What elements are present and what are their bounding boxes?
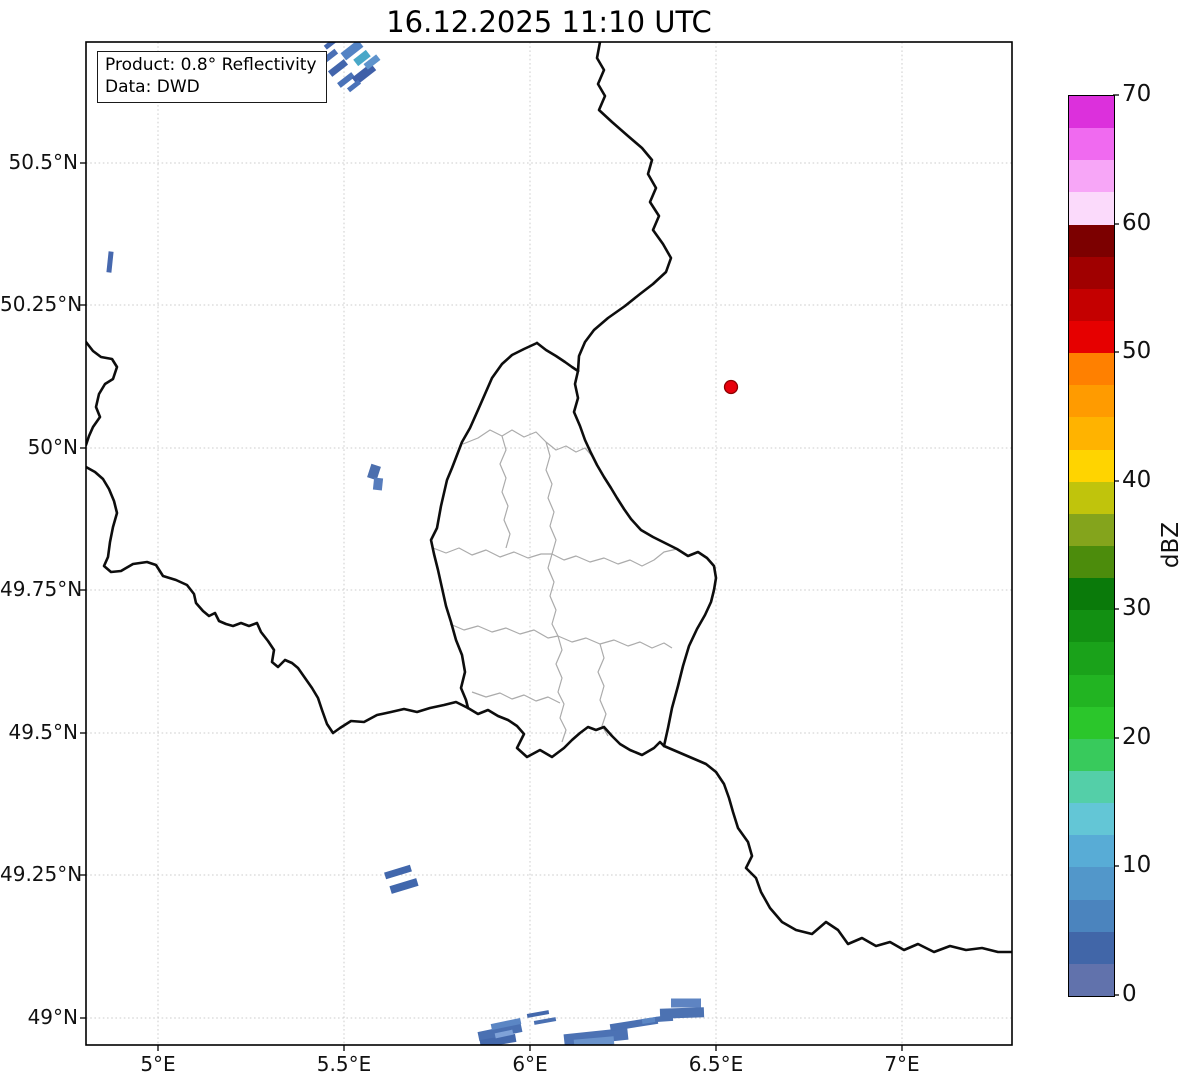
radar-echo bbox=[367, 463, 381, 481]
country-border-line bbox=[572, 369, 718, 748]
colorbar-band bbox=[1069, 224, 1114, 257]
colorbar-band bbox=[1069, 545, 1114, 579]
x-tick-label: 6°E bbox=[512, 1052, 548, 1076]
colorbar-band bbox=[1069, 449, 1114, 482]
colorbar-band bbox=[1069, 353, 1114, 386]
graticule-gridlines bbox=[86, 42, 1012, 1045]
y-tick-label: 50.25°N bbox=[0, 292, 83, 316]
y-tick-label: 50.5°N bbox=[8, 150, 79, 174]
colorbar-band bbox=[1069, 899, 1114, 932]
canton-border-line bbox=[551, 548, 678, 567]
canton-border-line bbox=[449, 623, 559, 639]
colorbar-band bbox=[1069, 513, 1114, 546]
colorbar-band bbox=[1069, 96, 1114, 129]
reflectivity-colorbar bbox=[1068, 95, 1115, 997]
canton-border-line bbox=[462, 429, 547, 445]
radar-echo bbox=[384, 864, 412, 880]
colorbar-band bbox=[1069, 192, 1114, 225]
radar-map-figure: 16.12.2025 11:10 UTC Product: 0.8° Refle… bbox=[0, 0, 1202, 1081]
radar-echo bbox=[351, 63, 377, 85]
colorbar-band bbox=[1069, 256, 1114, 289]
radar-echo bbox=[671, 998, 701, 1008]
country-border-line bbox=[86, 340, 119, 447]
colorbar-band bbox=[1069, 803, 1114, 836]
colorbar-band bbox=[1069, 128, 1114, 161]
colorbar-unit-label: dBZ bbox=[1158, 521, 1184, 569]
colorbar-tick-label: 50 bbox=[1122, 338, 1152, 364]
canton-borders bbox=[432, 429, 678, 743]
canton-border-line bbox=[555, 635, 567, 743]
product-info-line: Product: 0.8° Reflectivity bbox=[105, 55, 317, 75]
y-tick-label: 49.75°N bbox=[0, 577, 83, 601]
colorbar-tick-label: 30 bbox=[1122, 595, 1152, 621]
colorbar-band bbox=[1069, 160, 1114, 193]
colorbar-band bbox=[1069, 288, 1114, 321]
axis-tick-marks bbox=[80, 94, 1119, 1051]
canton-border-line bbox=[557, 635, 673, 649]
y-tick-label: 49°N bbox=[27, 1005, 78, 1029]
colorbar-band bbox=[1069, 578, 1114, 611]
colorbar-tick-label: 60 bbox=[1122, 210, 1152, 236]
x-tick-label: 5.5°E bbox=[316, 1052, 372, 1076]
radar-echo bbox=[323, 42, 337, 50]
colorbar-band bbox=[1069, 610, 1114, 643]
colorbar-tick-label: 20 bbox=[1122, 724, 1152, 750]
canton-border-line bbox=[547, 553, 559, 637]
colorbar-band bbox=[1069, 674, 1114, 707]
country-borders bbox=[86, 42, 1012, 954]
country-border-line bbox=[86, 465, 470, 735]
page-title: 16.12.2025 11:10 UTC bbox=[386, 5, 712, 39]
colorbar-band bbox=[1069, 931, 1114, 964]
radar-echo bbox=[389, 878, 419, 894]
radar-location-marker bbox=[723, 379, 739, 395]
radar-echo bbox=[526, 1010, 550, 1018]
colorbar-tick-label: 70 bbox=[1122, 81, 1152, 107]
x-tick-label: 7°E bbox=[884, 1052, 920, 1076]
canton-border-line bbox=[545, 441, 593, 457]
colorbar-tick-label: 10 bbox=[1122, 852, 1152, 878]
country-border-line bbox=[576, 42, 673, 373]
y-tick-label: 50°N bbox=[27, 435, 78, 459]
colorbar-band bbox=[1069, 835, 1114, 868]
colorbar-band bbox=[1069, 963, 1114, 996]
y-tick-label: 49.5°N bbox=[8, 720, 79, 744]
product-info-box: Product: 0.8° Reflectivity Data: DWD bbox=[97, 51, 327, 103]
canton-border-line bbox=[499, 435, 511, 549]
radar-echo bbox=[106, 251, 114, 273]
country-border-line bbox=[429, 341, 539, 710]
colorbar-band bbox=[1069, 481, 1114, 514]
colorbar-tick-label: 40 bbox=[1122, 467, 1152, 493]
radar-echoes bbox=[106, 42, 705, 1045]
colorbar-band bbox=[1069, 385, 1114, 418]
colorbar-band bbox=[1069, 738, 1114, 771]
colorbar-band bbox=[1069, 320, 1114, 354]
data-source-line: Data: DWD bbox=[105, 77, 200, 97]
colorbar-band bbox=[1069, 706, 1114, 739]
plot-frame bbox=[85, 41, 1013, 1046]
canton-border-line bbox=[597, 643, 609, 737]
country-border-line bbox=[535, 341, 580, 373]
colorbar-band bbox=[1069, 417, 1114, 450]
canton-border-line bbox=[545, 441, 557, 555]
colorbar-band bbox=[1069, 770, 1114, 804]
radar-echo bbox=[327, 59, 349, 77]
map-canvas bbox=[80, 41, 1119, 1051]
radar-echo bbox=[372, 477, 384, 491]
canton-border-line bbox=[432, 547, 552, 559]
map-plot-area bbox=[86, 42, 1012, 1045]
x-tick-label: 6.5°E bbox=[688, 1052, 744, 1076]
colorbar-band bbox=[1069, 867, 1114, 900]
canton-border-line bbox=[471, 691, 561, 704]
colorbar-tick-label: 0 bbox=[1122, 981, 1137, 1007]
y-tick-label: 49.25°N bbox=[0, 862, 83, 886]
x-tick-label: 5°E bbox=[140, 1052, 176, 1076]
radar-echo bbox=[346, 79, 362, 93]
colorbar-band bbox=[1069, 642, 1114, 675]
